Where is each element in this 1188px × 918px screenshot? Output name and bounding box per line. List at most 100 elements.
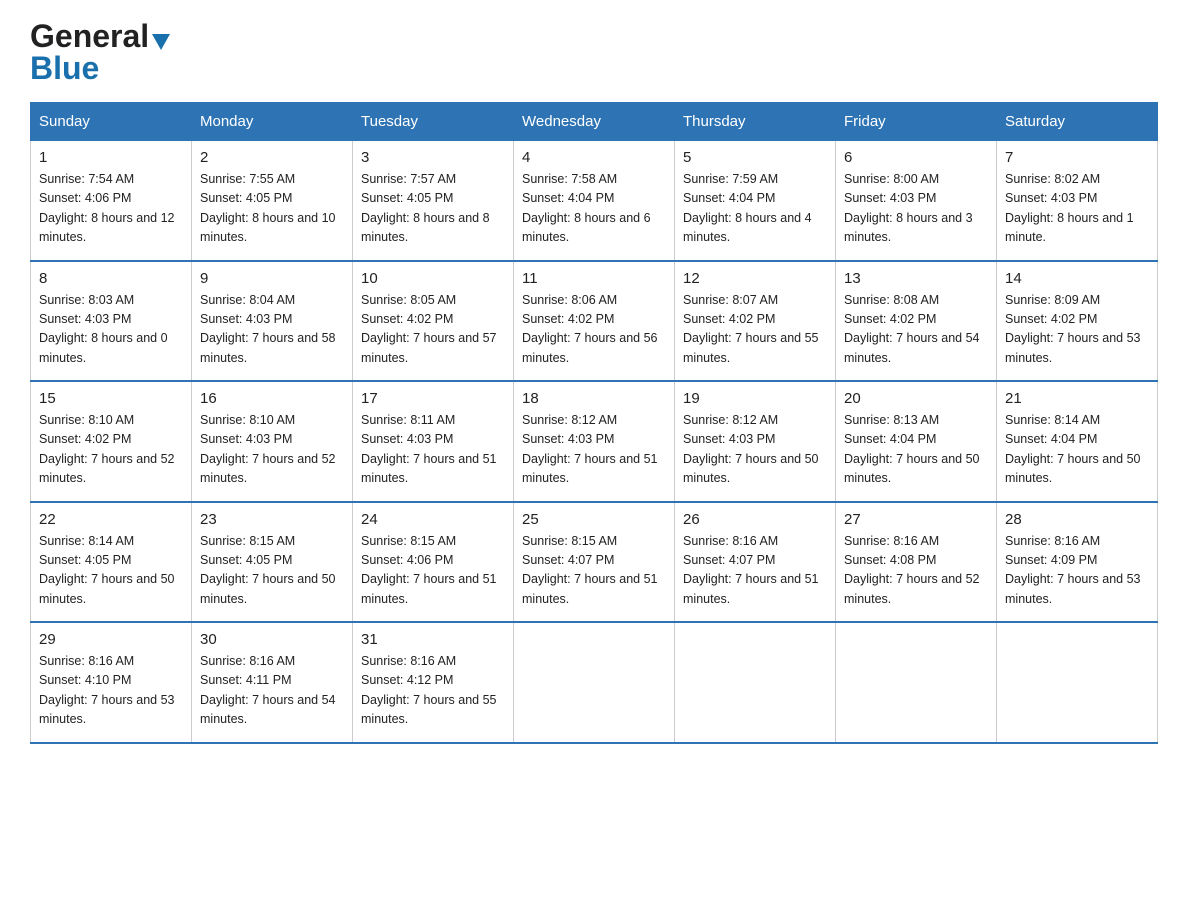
table-row: 19 Sunrise: 8:12 AM Sunset: 4:03 PM Dayl… — [675, 381, 836, 502]
calendar-week-row: 15 Sunrise: 8:10 AM Sunset: 4:02 PM Dayl… — [31, 381, 1158, 502]
day-number: 25 — [522, 511, 666, 528]
day-number: 15 — [39, 390, 183, 407]
day-info: Sunrise: 7:58 AM Sunset: 4:04 PM Dayligh… — [522, 170, 666, 248]
table-row: 29 Sunrise: 8:16 AM Sunset: 4:10 PM Dayl… — [31, 622, 192, 743]
day-info: Sunrise: 8:16 AM Sunset: 4:09 PM Dayligh… — [1005, 532, 1149, 610]
day-info: Sunrise: 8:06 AM Sunset: 4:02 PM Dayligh… — [522, 291, 666, 369]
day-number: 22 — [39, 511, 183, 528]
logo-general: General — [30, 20, 149, 52]
table-row: 11 Sunrise: 8:06 AM Sunset: 4:02 PM Dayl… — [514, 261, 675, 382]
day-number: 17 — [361, 390, 505, 407]
table-row: 8 Sunrise: 8:03 AM Sunset: 4:03 PM Dayli… — [31, 261, 192, 382]
table-row: 9 Sunrise: 8:04 AM Sunset: 4:03 PM Dayli… — [192, 261, 353, 382]
table-row: 20 Sunrise: 8:13 AM Sunset: 4:04 PM Dayl… — [836, 381, 997, 502]
day-info: Sunrise: 8:15 AM Sunset: 4:07 PM Dayligh… — [522, 532, 666, 610]
calendar-table: Sunday Monday Tuesday Wednesday Thursday… — [30, 102, 1158, 744]
table-row: 3 Sunrise: 7:57 AM Sunset: 4:05 PM Dayli… — [353, 141, 514, 261]
day-info: Sunrise: 8:05 AM Sunset: 4:02 PM Dayligh… — [361, 291, 505, 369]
header-sunday: Sunday — [31, 103, 192, 141]
calendar-week-row: 1 Sunrise: 7:54 AM Sunset: 4:06 PM Dayli… — [31, 141, 1158, 261]
day-number: 19 — [683, 390, 827, 407]
header-monday: Monday — [192, 103, 353, 141]
day-number: 27 — [844, 511, 988, 528]
day-info: Sunrise: 8:10 AM Sunset: 4:03 PM Dayligh… — [200, 411, 344, 489]
day-number: 4 — [522, 149, 666, 166]
table-row — [514, 622, 675, 743]
table-row — [836, 622, 997, 743]
header-saturday: Saturday — [997, 103, 1158, 141]
table-row: 7 Sunrise: 8:02 AM Sunset: 4:03 PM Dayli… — [997, 141, 1158, 261]
day-number: 6 — [844, 149, 988, 166]
day-number: 14 — [1005, 270, 1149, 287]
day-number: 11 — [522, 270, 666, 287]
day-number: 29 — [39, 631, 183, 648]
table-row — [675, 622, 836, 743]
day-info: Sunrise: 8:16 AM Sunset: 4:08 PM Dayligh… — [844, 532, 988, 610]
table-row: 14 Sunrise: 8:09 AM Sunset: 4:02 PM Dayl… — [997, 261, 1158, 382]
day-info: Sunrise: 8:10 AM Sunset: 4:02 PM Dayligh… — [39, 411, 183, 489]
day-info: Sunrise: 8:02 AM Sunset: 4:03 PM Dayligh… — [1005, 170, 1149, 248]
day-info: Sunrise: 7:57 AM Sunset: 4:05 PM Dayligh… — [361, 170, 505, 248]
table-row: 25 Sunrise: 8:15 AM Sunset: 4:07 PM Dayl… — [514, 502, 675, 623]
day-info: Sunrise: 8:03 AM Sunset: 4:03 PM Dayligh… — [39, 291, 183, 369]
day-number: 24 — [361, 511, 505, 528]
day-info: Sunrise: 7:54 AM Sunset: 4:06 PM Dayligh… — [39, 170, 183, 248]
table-row: 2 Sunrise: 7:55 AM Sunset: 4:05 PM Dayli… — [192, 141, 353, 261]
day-info: Sunrise: 8:12 AM Sunset: 4:03 PM Dayligh… — [522, 411, 666, 489]
table-row: 1 Sunrise: 7:54 AM Sunset: 4:06 PM Dayli… — [31, 141, 192, 261]
day-info: Sunrise: 8:04 AM Sunset: 4:03 PM Dayligh… — [200, 291, 344, 369]
day-info: Sunrise: 8:11 AM Sunset: 4:03 PM Dayligh… — [361, 411, 505, 489]
day-info: Sunrise: 8:16 AM Sunset: 4:07 PM Dayligh… — [683, 532, 827, 610]
table-row: 28 Sunrise: 8:16 AM Sunset: 4:09 PM Dayl… — [997, 502, 1158, 623]
day-number: 5 — [683, 149, 827, 166]
day-info: Sunrise: 8:16 AM Sunset: 4:12 PM Dayligh… — [361, 652, 505, 730]
day-info: Sunrise: 8:16 AM Sunset: 4:10 PM Dayligh… — [39, 652, 183, 730]
day-number: 30 — [200, 631, 344, 648]
day-number: 31 — [361, 631, 505, 648]
day-number: 7 — [1005, 149, 1149, 166]
table-row: 4 Sunrise: 7:58 AM Sunset: 4:04 PM Dayli… — [514, 141, 675, 261]
table-row: 27 Sunrise: 8:16 AM Sunset: 4:08 PM Dayl… — [836, 502, 997, 623]
day-number: 8 — [39, 270, 183, 287]
day-info: Sunrise: 8:00 AM Sunset: 4:03 PM Dayligh… — [844, 170, 988, 248]
weekday-header-row: Sunday Monday Tuesday Wednesday Thursday… — [31, 103, 1158, 141]
day-info: Sunrise: 8:07 AM Sunset: 4:02 PM Dayligh… — [683, 291, 827, 369]
day-number: 28 — [1005, 511, 1149, 528]
day-number: 21 — [1005, 390, 1149, 407]
day-number: 16 — [200, 390, 344, 407]
table-row: 5 Sunrise: 7:59 AM Sunset: 4:04 PM Dayli… — [675, 141, 836, 261]
page-header: General Blue — [30, 20, 1158, 84]
calendar-week-row: 22 Sunrise: 8:14 AM Sunset: 4:05 PM Dayl… — [31, 502, 1158, 623]
day-info: Sunrise: 8:15 AM Sunset: 4:06 PM Dayligh… — [361, 532, 505, 610]
table-row — [997, 622, 1158, 743]
day-number: 20 — [844, 390, 988, 407]
day-number: 1 — [39, 149, 183, 166]
day-number: 23 — [200, 511, 344, 528]
day-number: 2 — [200, 149, 344, 166]
calendar-week-row: 8 Sunrise: 8:03 AM Sunset: 4:03 PM Dayli… — [31, 261, 1158, 382]
day-info: Sunrise: 7:59 AM Sunset: 4:04 PM Dayligh… — [683, 170, 827, 248]
table-row: 17 Sunrise: 8:11 AM Sunset: 4:03 PM Dayl… — [353, 381, 514, 502]
day-info: Sunrise: 8:15 AM Sunset: 4:05 PM Dayligh… — [200, 532, 344, 610]
calendar-week-row: 29 Sunrise: 8:16 AM Sunset: 4:10 PM Dayl… — [31, 622, 1158, 743]
table-row: 16 Sunrise: 8:10 AM Sunset: 4:03 PM Dayl… — [192, 381, 353, 502]
day-info: Sunrise: 8:08 AM Sunset: 4:02 PM Dayligh… — [844, 291, 988, 369]
table-row: 23 Sunrise: 8:15 AM Sunset: 4:05 PM Dayl… — [192, 502, 353, 623]
table-row: 15 Sunrise: 8:10 AM Sunset: 4:02 PM Dayl… — [31, 381, 192, 502]
day-info: Sunrise: 8:13 AM Sunset: 4:04 PM Dayligh… — [844, 411, 988, 489]
table-row: 13 Sunrise: 8:08 AM Sunset: 4:02 PM Dayl… — [836, 261, 997, 382]
table-row: 31 Sunrise: 8:16 AM Sunset: 4:12 PM Dayl… — [353, 622, 514, 743]
logo-triangle-icon — [152, 34, 170, 50]
day-info: Sunrise: 8:16 AM Sunset: 4:11 PM Dayligh… — [200, 652, 344, 730]
table-row: 22 Sunrise: 8:14 AM Sunset: 4:05 PM Dayl… — [31, 502, 192, 623]
header-thursday: Thursday — [675, 103, 836, 141]
day-number: 12 — [683, 270, 827, 287]
day-number: 10 — [361, 270, 505, 287]
header-friday: Friday — [836, 103, 997, 141]
logo: General Blue — [30, 20, 170, 84]
table-row: 10 Sunrise: 8:05 AM Sunset: 4:02 PM Dayl… — [353, 261, 514, 382]
table-row: 26 Sunrise: 8:16 AM Sunset: 4:07 PM Dayl… — [675, 502, 836, 623]
table-row: 21 Sunrise: 8:14 AM Sunset: 4:04 PM Dayl… — [997, 381, 1158, 502]
day-number: 13 — [844, 270, 988, 287]
day-number: 3 — [361, 149, 505, 166]
